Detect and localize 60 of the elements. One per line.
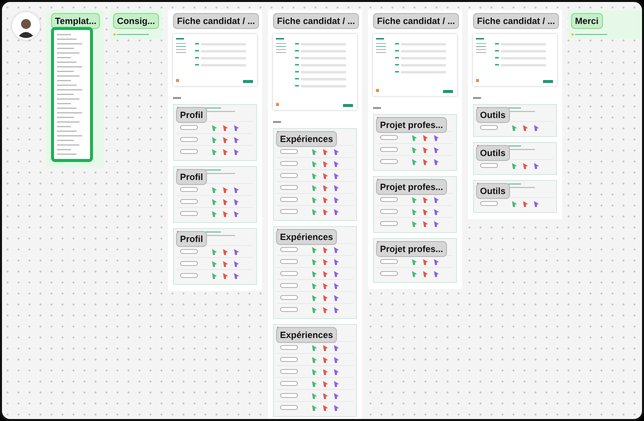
input-field[interactable] [180,149,198,154]
card-title: Projet profes... [376,117,448,133]
input-field[interactable] [180,125,198,130]
frame-title: Fiche candidat / ... [373,13,460,29]
input-field[interactable] [480,163,498,168]
section-title: Consig... [113,13,159,29]
input-field[interactable] [180,273,198,278]
input-field[interactable] [280,161,298,166]
input-field[interactable] [180,249,198,254]
input-field[interactable] [180,137,198,142]
input-field[interactable] [280,271,298,276]
card-title: Expériences [276,229,338,245]
card-title: Outils [476,107,510,123]
input-field[interactable] [280,381,298,386]
input-field[interactable] [380,197,398,202]
input-field[interactable] [280,357,298,362]
card-title: Profil [176,169,208,185]
input-field[interactable] [280,283,298,288]
input-field[interactable] [280,345,298,350]
input-field[interactable] [380,221,398,226]
card-title: Projet profes... [376,179,448,195]
input-field[interactable] [280,393,298,398]
card-title: Outils [476,183,510,199]
input-field[interactable] [380,135,398,140]
input-field[interactable] [380,209,398,214]
input-field[interactable] [280,173,298,178]
input-field[interactable] [180,187,198,192]
frame-title: Fiche candidat / ... [173,13,260,29]
section-title: Templat... [51,13,100,29]
input-field[interactable] [180,199,198,204]
input-field[interactable] [280,259,298,264]
input-field[interactable] [280,295,298,300]
input-field[interactable] [280,185,298,190]
input-field[interactable] [280,307,298,312]
card-title: Expériences [276,327,338,343]
input-field[interactable] [380,159,398,164]
card-title: Outils [476,145,510,161]
input-field[interactable] [380,259,398,264]
section-title: Merci [571,13,603,29]
frame-title: Fiche candidat / ... [473,13,560,29]
input-field[interactable] [280,405,298,410]
card-title: Profil [176,107,208,123]
card-title: Profil [176,231,208,247]
input-field[interactable] [380,271,398,276]
card-title: Expériences [276,131,338,147]
input-field[interactable] [280,197,298,202]
input-field[interactable] [280,369,298,374]
input-field[interactable] [280,149,298,154]
input-field[interactable] [180,211,198,216]
frame-title: Fiche candidat / ... [273,13,360,29]
input-field[interactable] [180,261,198,266]
input-field[interactable] [480,125,498,130]
input-field[interactable] [280,247,298,252]
card-title: Projet profes... [376,241,448,257]
link-drawing [571,33,607,36]
input-field[interactable] [380,147,398,152]
input-field[interactable] [280,209,298,214]
avatar-silhouette [12,12,40,40]
link-drawing [113,33,149,36]
input-field[interactable] [480,201,498,206]
